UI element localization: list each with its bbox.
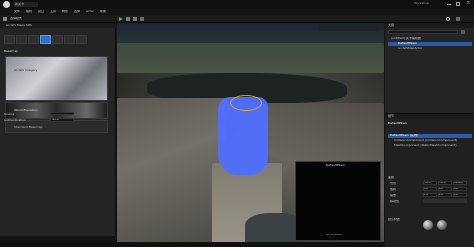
- outliner-header: 大纲: [385, 23, 474, 28]
- rotation-label: 旋转: [390, 188, 397, 191]
- close-icon[interactable]: ×: [466, 1, 470, 6]
- location-label: 位置: [390, 182, 397, 185]
- arcgis-panel-header: ArcGIS Maps SDK: [0, 23, 116, 28]
- level-viewport[interactable]: DefaultPawn SC_0000000: [117, 23, 384, 244]
- menu-item-select[interactable]: 选择: [74, 10, 80, 13]
- location-x[interactable]: -30.0: [423, 181, 437, 185]
- source-label: Source: [4, 113, 15, 116]
- source-field[interactable]: [50, 112, 74, 115]
- mode-button-basemap[interactable]: [40, 35, 51, 44]
- title-bar: 新关卡 Workshop ×: [0, 0, 474, 9]
- outliner-filter-icon[interactable]: [461, 30, 465, 34]
- basemap-section-label: Basemap: [4, 50, 18, 53]
- outliner-row-level[interactable]: (untitled) 关卡编辑器: [388, 37, 472, 41]
- outliner-row-map[interactable]: ArcGISMapActor: [388, 47, 472, 51]
- material-label: 默认材质: [388, 218, 401, 221]
- authentication-dropdown[interactable]: None: [50, 118, 74, 122]
- arcgis-panel: ArcGIS Maps SDK Basemap ArcGIS Imagery W…: [0, 23, 116, 236]
- urban-area-left: [117, 98, 227, 244]
- component-row-collision[interactable]: CollisionComponent (CollisionComponent): [388, 139, 472, 143]
- preview-footer: SC_0000000: [326, 234, 342, 236]
- details-panel: 细节 DefaultPawn DefaultPawn (实例) Collisio…: [385, 113, 474, 247]
- rotation-z[interactable]: 0.0: [453, 187, 467, 191]
- basemap-thumb-elevation[interactable]: World Elevation: [5, 102, 108, 119]
- status-bar: [0, 242, 385, 247]
- menu-item-build[interactable]: 构建: [62, 10, 68, 13]
- camera-preview[interactable]: DefaultPawn SC_0000000: [295, 161, 381, 241]
- rotation-y[interactable]: 0.0: [438, 187, 452, 191]
- component-row-mesh[interactable]: MeshComponent (StaticMeshComponent): [388, 144, 472, 148]
- ue-logo-icon: [3, 1, 10, 8]
- authentication-label: Authentication: [4, 119, 27, 122]
- mode-button-elevation[interactable]: [52, 35, 63, 44]
- basemap-label-standard: Standard Basemap: [14, 126, 43, 129]
- menu-item-help[interactable]: 帮助: [100, 10, 106, 13]
- terrain-far: [117, 43, 384, 73]
- pawn-outline-ring: [230, 95, 262, 111]
- basemap-label-imagery: ArcGIS Imagery: [14, 69, 38, 72]
- stop-icon[interactable]: [133, 17, 137, 21]
- preview-title: DefaultPawn: [326, 164, 345, 167]
- outliner-row-pawn[interactable]: DefaultPawn: [388, 42, 472, 46]
- details-header: 细节: [385, 114, 474, 119]
- outliner-panel: 大纲 (untitled) 关卡编辑器 DefaultPawn ArcGISMa…: [385, 23, 474, 113]
- minimize-icon[interactable]: [447, 4, 451, 5]
- rotation-x[interactable]: 0.0: [423, 187, 437, 191]
- scale-x[interactable]: 1.0: [423, 193, 437, 197]
- level-tab[interactable]: 新关卡: [14, 2, 38, 7]
- scale-z[interactable]: 1.0: [453, 193, 467, 197]
- main-toolbar: 选择模式: [0, 15, 474, 23]
- details-selected-name: DefaultPawn: [388, 122, 407, 125]
- outliner-search-input[interactable]: [388, 30, 458, 34]
- mode-button-layers[interactable]: [64, 35, 75, 44]
- mode-button-map[interactable]: [4, 35, 15, 44]
- menu-item-tools[interactable]: 工具: [50, 10, 56, 13]
- mode-dropdown[interactable]: 选择模式: [10, 17, 30, 21]
- location-y[interactable]: -30.0: [438, 181, 452, 185]
- play-icon[interactable]: [119, 17, 123, 21]
- material-preview-sphere-2[interactable]: [437, 220, 447, 230]
- workshop-label: Workshop: [414, 2, 429, 5]
- basemap-label-elevation: World Elevation: [14, 109, 38, 112]
- transform-section[interactable]: 变换: [388, 176, 394, 179]
- basemap-thumb-imagery[interactable]: ArcGIS Imagery: [5, 56, 108, 101]
- scale-label: 缩放: [390, 194, 397, 197]
- launch-icon[interactable]: [140, 17, 144, 21]
- viewport-transform-tools[interactable]: [319, 26, 379, 31]
- component-row-root[interactable]: DefaultPawn (实例): [388, 134, 472, 138]
- location-z[interactable]: 1000.0: [453, 181, 467, 185]
- mobility-label: 移动性: [390, 200, 400, 203]
- scale-y[interactable]: 1.0: [438, 193, 452, 197]
- menu-item-file[interactable]: 文件: [14, 10, 20, 13]
- mode-button-auth[interactable]: [16, 35, 27, 44]
- menu-item-edit[interactable]: 编辑: [26, 10, 32, 13]
- mode-button-extent[interactable]: [76, 35, 87, 44]
- mode-button-camera[interactable]: [28, 35, 39, 44]
- source-control-icon[interactable]: [456, 17, 460, 21]
- settings-icon[interactable]: [446, 17, 450, 21]
- save-icon[interactable]: [3, 17, 7, 21]
- step-icon[interactable]: [126, 17, 130, 21]
- material-preview-sphere[interactable]: [423, 220, 433, 230]
- menu-item-actor[interactable]: Actor: [86, 10, 94, 13]
- mobility-toggle[interactable]: [423, 199, 467, 203]
- menu-item-window[interactable]: 窗口: [38, 10, 44, 13]
- maximize-icon[interactable]: [456, 2, 460, 6]
